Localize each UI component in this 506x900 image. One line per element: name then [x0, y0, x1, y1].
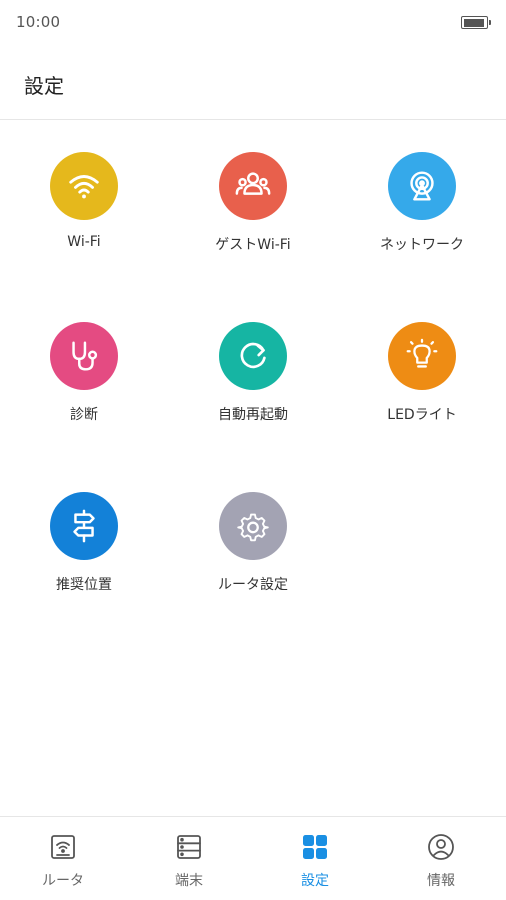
user-info-icon — [427, 833, 455, 861]
network-antenna-icon — [388, 152, 456, 220]
tile-label: ルータ設定 — [218, 577, 288, 593]
signpost-icon — [50, 492, 118, 560]
tile-label: 推奨位置 — [56, 577, 112, 593]
nav-devices[interactable]: 端末 — [126, 817, 252, 900]
tile-wifi[interactable]: Wi-Fi — [0, 120, 168, 270]
tile-label: 診断 — [70, 407, 98, 423]
grid-icon — [301, 833, 329, 861]
status-time: 10:00 — [16, 13, 61, 31]
nav-label: ルータ — [42, 873, 84, 889]
tile-label: ネットワーク — [380, 237, 464, 253]
bottom-nav: ルータ 端末 設定 情報 — [0, 816, 506, 900]
tile-guest-wifi[interactable]: ゲストWi-Fi — [169, 120, 337, 270]
nav-label: 端末 — [175, 873, 203, 889]
guest-users-icon — [219, 152, 287, 220]
tile-label: ゲストWi-Fi — [215, 237, 291, 253]
tile-led-light[interactable]: LEDライト — [338, 290, 506, 440]
tile-network[interactable]: ネットワーク — [338, 120, 506, 270]
nav-label: 情報 — [427, 873, 455, 889]
tile-diagnostics[interactable]: 診断 — [0, 290, 168, 440]
tile-auto-reboot[interactable]: 自動再起動 — [169, 290, 337, 440]
status-bar: 10:00 — [0, 0, 506, 46]
devices-icon — [175, 833, 203, 861]
header: 設定 — [0, 46, 506, 120]
router-icon — [49, 833, 77, 861]
lightbulb-icon — [388, 322, 456, 390]
refresh-icon — [219, 322, 287, 390]
tile-label: LEDライト — [387, 407, 457, 423]
gear-icon — [219, 492, 287, 560]
tile-recommended-location[interactable]: 推奨位置 — [0, 460, 168, 610]
page-title: 設定 — [24, 74, 64, 98]
tile-router-settings[interactable]: ルータ設定 — [169, 460, 337, 610]
nav-settings[interactable]: 設定 — [252, 817, 378, 900]
wifi-icon — [50, 152, 118, 220]
nav-router[interactable]: ルータ — [0, 817, 126, 900]
stethoscope-icon — [50, 322, 118, 390]
nav-label: 設定 — [301, 873, 329, 889]
battery-icon — [461, 16, 491, 29]
nav-info[interactable]: 情報 — [378, 817, 504, 900]
tile-label: Wi-Fi — [67, 234, 101, 250]
tile-label: 自動再起動 — [218, 407, 288, 423]
